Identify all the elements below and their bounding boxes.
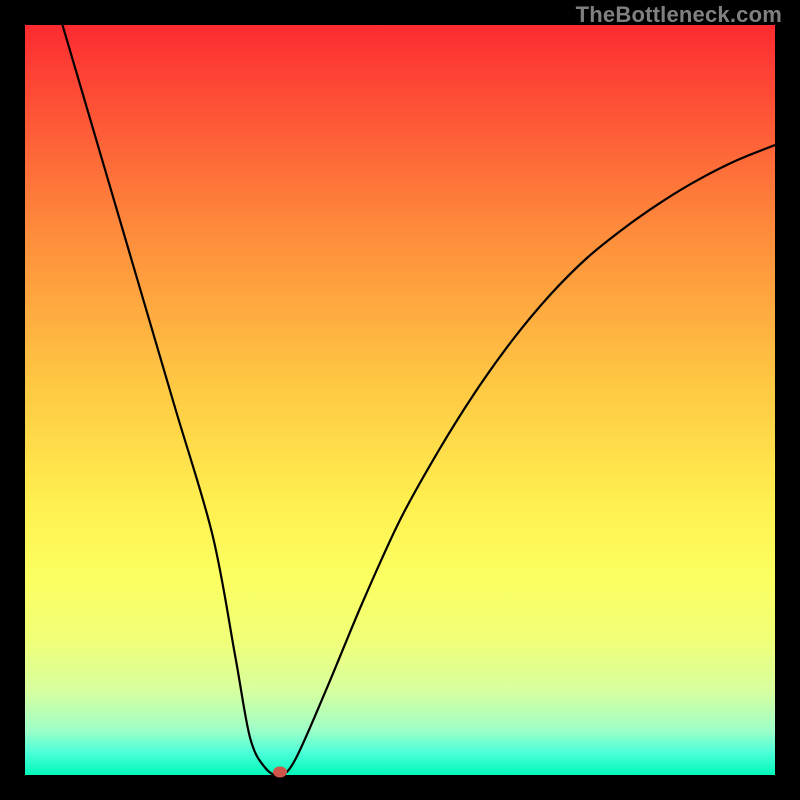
- plot-area: [25, 25, 775, 775]
- minimum-marker: [273, 767, 287, 778]
- bottleneck-curve-line: [63, 25, 776, 775]
- chart-frame: TheBottleneck.com: [0, 0, 800, 800]
- chart-svg: [25, 25, 775, 775]
